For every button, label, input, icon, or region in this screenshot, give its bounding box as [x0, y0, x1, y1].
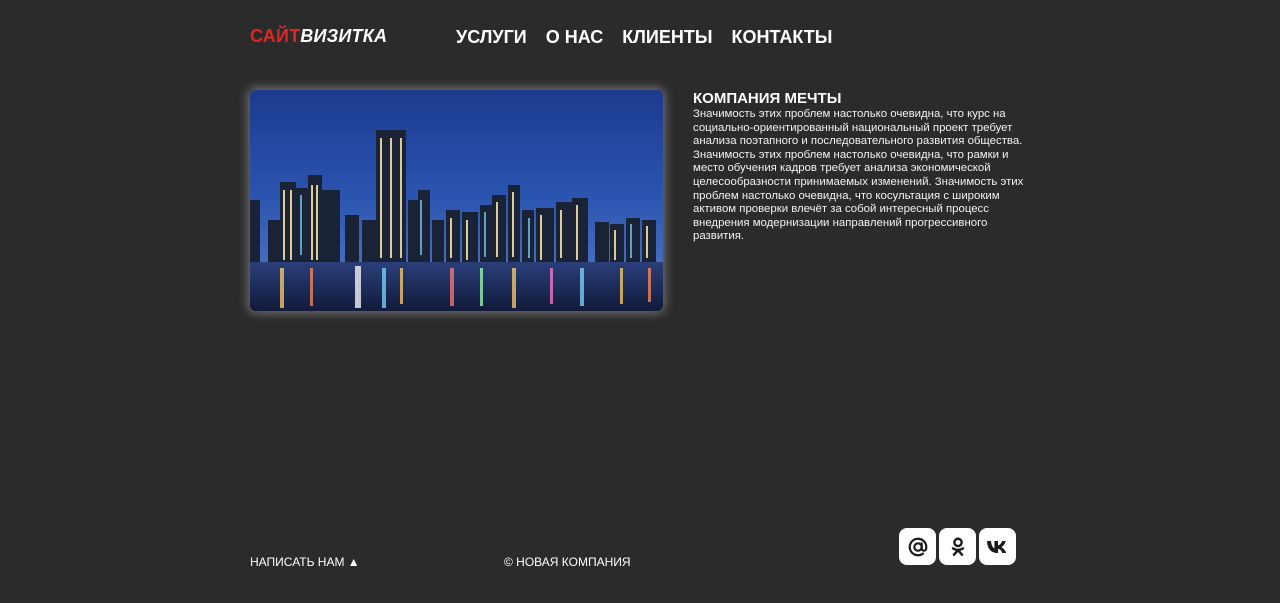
nav-item-contacts[interactable]: КОНТАКТЫ	[731, 27, 832, 48]
write-us-link[interactable]: НАПИСАТЬ НАМ ▲	[250, 555, 360, 569]
logo-part-2: ВИЗИТКА	[300, 26, 388, 46]
nav-item-about[interactable]: О НАС	[546, 27, 604, 48]
mail-at-icon[interactable]	[899, 528, 936, 565]
article-text: Значимость этих проблем настолько очевид…	[693, 108, 1024, 243]
main-nav: УСЛУГИ О НАС КЛИЕНТЫ КОНТАКТЫ	[456, 27, 832, 48]
odnoklassniki-icon[interactable]	[939, 528, 976, 565]
logo-part-1: САЙТ	[250, 26, 301, 46]
site-logo[interactable]: САЙТВИЗИТКА	[250, 26, 387, 47]
vk-icon[interactable]	[979, 528, 1016, 565]
copyright-text: © НОВАЯ КОМПАНИЯ	[504, 555, 631, 569]
about-article: КОМПАНИЯ МЕЧТЫ Значимость этих проблем н…	[693, 90, 1033, 244]
social-links	[899, 528, 1016, 565]
nav-item-clients[interactable]: КЛИЕНТЫ	[622, 27, 712, 48]
city-skyline-image	[250, 90, 663, 311]
article-title: КОМПАНИЯ МЕЧТЫ	[693, 90, 842, 107]
nav-item-services[interactable]: УСЛУГИ	[456, 27, 527, 48]
